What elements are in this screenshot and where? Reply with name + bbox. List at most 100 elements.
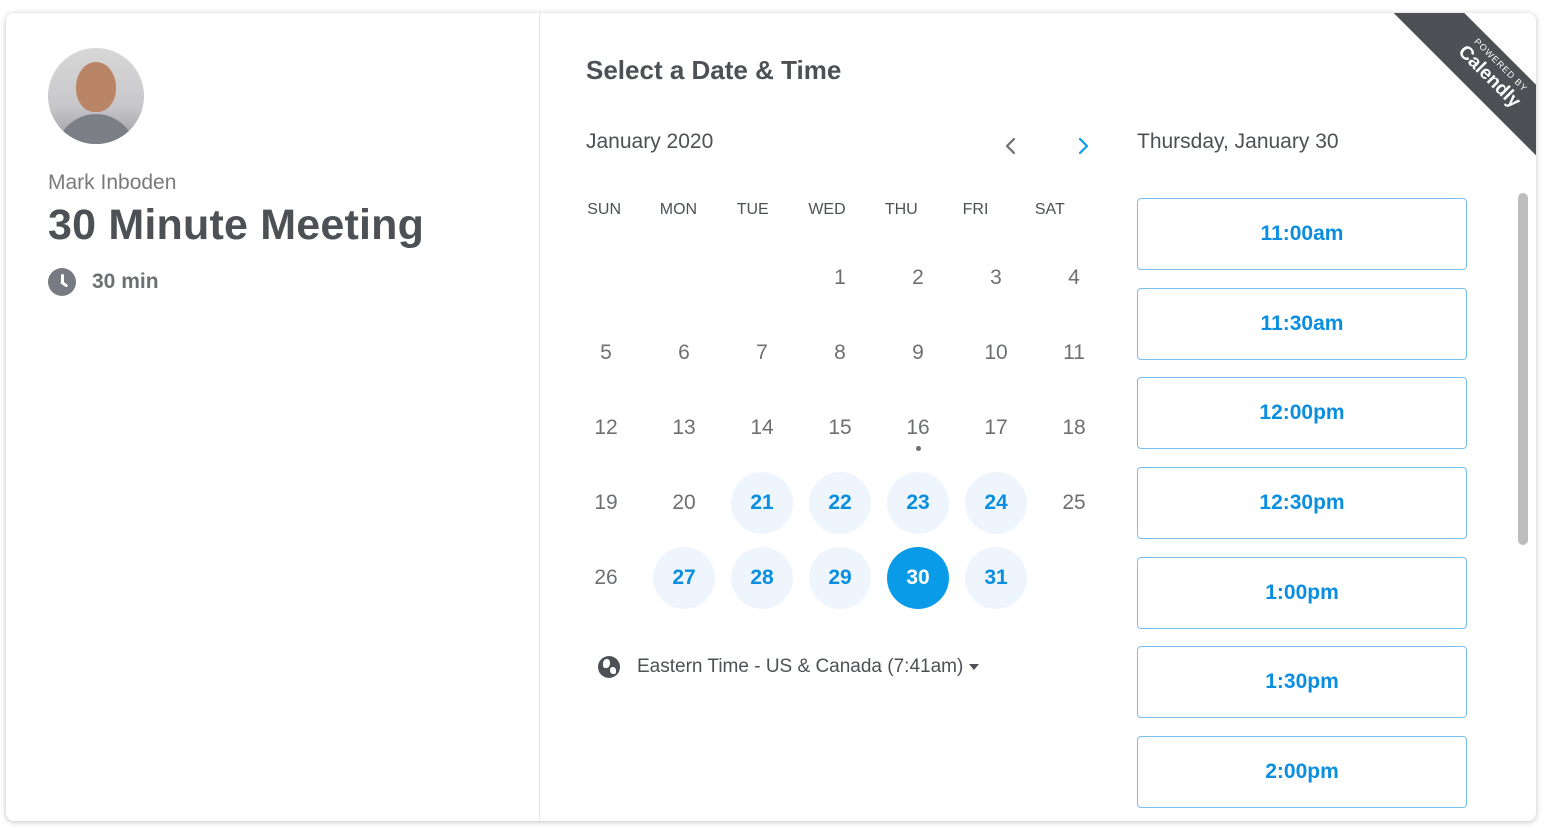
calendar-empty-cell <box>1035 540 1113 615</box>
calendar-day-number: 24 <box>965 471 1027 534</box>
calendar-week: 5 6 7 8 9 10 11 <box>567 315 1113 390</box>
calendar-day[interactable]: 28 <box>723 540 801 615</box>
calendar-day-number: 11 <box>1063 340 1085 364</box>
timezone-selector[interactable]: Eastern Time - US & Canada (7:41am) <box>598 656 980 678</box>
calendar-day-number: 18 <box>1062 415 1086 439</box>
calendar-day-number: 4 <box>1068 265 1080 289</box>
calendar-day: 3 <box>957 240 1035 315</box>
previous-month-button[interactable] <box>996 131 1026 161</box>
calendar-day-number: 29 <box>809 546 871 609</box>
calendar-day-number: 1 <box>834 265 846 289</box>
weekday-label: MON <box>659 201 698 218</box>
calendar-empty-cell <box>723 240 801 315</box>
time-slot-button[interactable]: 12:30pm <box>1137 467 1467 540</box>
calendar-week: 19 20 21 22 23 24 25 <box>567 465 1113 540</box>
calendar-day: 13 <box>645 390 723 465</box>
weekday-label: SUN <box>587 201 622 218</box>
calendar-day-number: 8 <box>834 340 846 364</box>
calendar-day: 4 <box>1035 240 1113 315</box>
scrollbar[interactable] <box>1518 193 1528 545</box>
weekday-label: SAT <box>1034 201 1065 218</box>
calendar-day: 2 <box>879 240 957 315</box>
calendar-empty-cell <box>645 240 723 315</box>
calendar-day: 7 <box>723 315 801 390</box>
calendar-day[interactable]: 27 <box>645 540 723 615</box>
calendar-day-number: 13 <box>672 415 696 439</box>
calendar-day-number <box>575 247 637 309</box>
calendar-day: 15 <box>801 390 879 465</box>
calendar-day: 6 <box>645 315 723 390</box>
weekday-label: FRI <box>962 201 989 218</box>
powered-by-ribbon[interactable]: POWERED BY Calendly <box>1386 13 1536 163</box>
calendar-day: 17 <box>957 390 1035 465</box>
time-slot-button[interactable]: 1:00pm <box>1137 556 1467 629</box>
weekday-label: THU <box>884 201 918 218</box>
calendar-day-number: 20 <box>672 490 696 514</box>
calendar-day-selected[interactable]: 30 <box>879 540 957 615</box>
calendar-day-number <box>1043 547 1105 609</box>
calendar-day-number: 14 <box>750 415 774 439</box>
scheduling-card: Mark Inboden 30 Minute Meeting 30 min Se… <box>6 13 1536 821</box>
calendar-day[interactable]: 22 <box>801 465 879 540</box>
calendar-day: 18 <box>1035 390 1113 465</box>
time-slot-button[interactable]: 11:30am <box>1137 287 1467 360</box>
calendar-day[interactable]: 24 <box>957 465 1035 540</box>
timezone-label: Eastern Time - US & Canada (7:41am) <box>637 656 964 677</box>
avatar <box>48 48 144 144</box>
time-slot-button[interactable]: 12:00pm <box>1137 377 1467 450</box>
calendar-day-number: 25 <box>1062 490 1086 514</box>
globe-icon <box>598 656 620 678</box>
calendar-day-number: 10 <box>984 340 1008 364</box>
calendar-day[interactable]: 29 <box>801 540 879 615</box>
calendar-day: 5 <box>567 315 645 390</box>
calendar-day-number: 21 <box>731 471 793 534</box>
calendar-day-number: 12 <box>594 415 618 439</box>
calendar-empty-cell <box>567 240 645 315</box>
time-slot-button[interactable]: 11:00am <box>1137 198 1467 270</box>
page-title: Select a Date & Time <box>586 55 842 85</box>
chevron-right-icon <box>1078 137 1089 155</box>
selected-date-heading: Thursday, January 30 <box>1137 130 1339 153</box>
calendar-week: 26 27 28 29 30 31 <box>567 540 1113 615</box>
calendar-day-number <box>731 247 793 309</box>
calendar-day-number: 9 <box>912 340 924 364</box>
caret-down-icon <box>969 664 980 670</box>
calendar-day-number: 17 <box>984 415 1008 439</box>
calendar-grid: 1 2 3 4 5 6 7 8 9 10 11 12 13 14 15 16 17 18 19 20 21 22 23 24 2… <box>567 240 1113 615</box>
calendar-day-number: 19 <box>594 490 618 514</box>
time-slot-list: 11:00am 11:30am 12:00pm 12:30pm 1:00pm 1:30pm… <box>1137 198 1467 821</box>
calendar-week: 12 13 14 15 16 17 18 <box>567 390 1113 465</box>
calendar-day: 11 <box>1035 315 1113 390</box>
calendar-day[interactable]: 21 <box>723 465 801 540</box>
calendar-day-number: 30 <box>887 546 949 609</box>
duration-label: 30 min <box>92 270 159 293</box>
calendar-day: 1 <box>801 240 879 315</box>
calendar-day-number: 2 <box>912 265 924 289</box>
calendar-day: 16 <box>879 390 957 465</box>
calendar-day[interactable]: 23 <box>879 465 957 540</box>
time-slot-button[interactable]: 1:30pm <box>1137 646 1467 719</box>
weekday-label: TUE <box>736 201 769 218</box>
calendar-day-number: 16 <box>906 415 930 439</box>
calendar-day: 12 <box>567 390 645 465</box>
calendar-day-number: 31 <box>965 546 1027 609</box>
calendar-day-number: 22 <box>809 471 871 534</box>
calendar-day-number: 28 <box>731 546 793 609</box>
calendar-day-number: 23 <box>887 471 949 534</box>
calendar-day[interactable]: 31 <box>957 540 1035 615</box>
calendar-day: 10 <box>957 315 1035 390</box>
owner-name: Mark Inboden <box>48 171 177 194</box>
calendar-day-number <box>653 247 715 309</box>
calendar-day: 14 <box>723 390 801 465</box>
next-month-button[interactable] <box>1068 131 1098 161</box>
calendar-day: 9 <box>879 315 957 390</box>
calendar-day-number: 15 <box>828 415 852 439</box>
calendar-day-number: 27 <box>653 546 715 609</box>
calendar-day-number: 26 <box>594 565 618 589</box>
date-time-panel: Select a Date & Time January 2020 SUN MO… <box>540 13 1536 821</box>
calendar-day: 26 <box>567 540 645 615</box>
time-slot-button[interactable]: 2:00pm <box>1137 736 1467 809</box>
calendar-day-number: 5 <box>600 340 612 364</box>
calendar-week: 1 2 3 4 <box>567 240 1113 315</box>
weekday-label: WED <box>808 201 846 218</box>
